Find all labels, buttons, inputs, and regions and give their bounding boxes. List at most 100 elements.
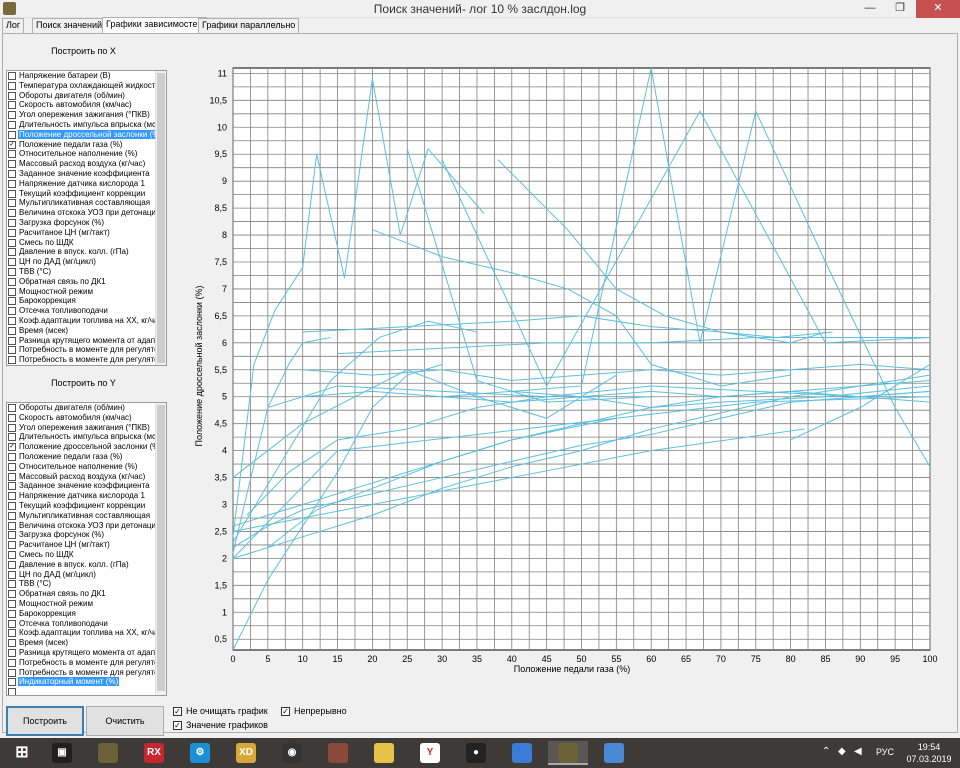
y-param-item-checkbox[interactable] [8, 511, 16, 520]
tray-chevron-icon[interactable]: ⌃ [822, 747, 834, 757]
x-param-item-checkbox[interactable] [8, 130, 16, 139]
y-param-list-item[interactable]: Мощностной режим [7, 599, 157, 609]
continuous-option[interactable]: ✓ Непрерывно [281, 706, 347, 717]
minimize-button[interactable]: — [856, 0, 884, 18]
y-param-list-item[interactable]: Отсечка топливоподачи [7, 619, 157, 629]
y-param-list-item[interactable]: Обратная связь по ДК1 [7, 589, 157, 599]
y-param-list-item[interactable]: Расчитаное ЦН (мг/такт) [7, 540, 157, 550]
x-param-list-item[interactable]: Скорость автомобиля (км/час) [7, 100, 157, 110]
y-param-item-checkbox[interactable] [8, 521, 16, 530]
x-param-list-item[interactable]: Разница крутящего момента от адаптации [7, 336, 157, 346]
x-param-item-checkbox[interactable] [8, 169, 16, 178]
x-param-item-checkbox[interactable] [8, 101, 16, 110]
x-param-item-checkbox[interactable] [8, 248, 16, 257]
x-param-list-item[interactable]: Потребность в моменте для регулятора [7, 345, 157, 355]
no-clear-option[interactable]: ✓ Не очищать график [173, 706, 268, 717]
tab-parallel-charts[interactable]: Графики параллельно [198, 18, 300, 33]
y-param-item-checkbox[interactable] [8, 413, 16, 422]
taskbar-item[interactable]: ▣ [42, 741, 82, 765]
x-param-item-checkbox[interactable] [8, 326, 16, 335]
y-param-list-item[interactable]: Напряжение датчика кислорода 1 [7, 491, 157, 501]
y-param-item-checkbox[interactable] [8, 433, 16, 442]
x-param-list-item[interactable]: Напряжение датчика кислорода 1 [7, 179, 157, 189]
x-param-item-checkbox[interactable] [8, 356, 16, 365]
tab-search-values[interactable]: Поиск значений [32, 18, 107, 33]
x-param-list-item[interactable]: Величина отскока УОЗ при детонации [7, 208, 157, 218]
y-param-list-item[interactable]: Скорость автомобиля (км/час) [7, 413, 157, 423]
y-param-item-checkbox[interactable] [8, 541, 16, 550]
y-param-item-checkbox[interactable] [8, 560, 16, 569]
taskbar-item[interactable]: ◉ [272, 741, 312, 765]
close-button[interactable]: ✕ [916, 0, 960, 18]
y-param-item-checkbox[interactable] [8, 688, 16, 695]
y-param-item-checkbox[interactable] [8, 492, 16, 501]
y-param-list-item[interactable]: Длительность импульса впрыска (мс) [7, 432, 157, 442]
x-param-list-item[interactable]: Массовый расход воздуха (кг/час) [7, 159, 157, 169]
y-param-list-item[interactable]: Текущий коэффициент коррекции [7, 501, 157, 511]
x-param-list-item[interactable]: Мультипликативная составляющая [7, 198, 157, 208]
taskbar-item[interactable]: ⚙ [180, 741, 220, 765]
y-param-list-item[interactable]: ТВВ (°С) [7, 579, 157, 589]
y-axis-parameter-list[interactable]: Обороты двигателя (об/мин) Скорость автом… [6, 402, 167, 696]
x-param-list-item[interactable]: Текущий коэффициент коррекции [7, 189, 157, 199]
taskbar-item[interactable] [88, 741, 128, 765]
y-param-list-item[interactable]: Потребность в моменте для регулятора [7, 658, 157, 668]
y-param-item-checkbox[interactable] [8, 639, 16, 648]
y-param-list-item[interactable]: Угол опережения зажигания (°ПКВ) [7, 423, 157, 433]
x-param-list-item[interactable]: Положение дроссельной заслонки (%) [7, 129, 157, 140]
y-param-item-checkbox[interactable] [8, 619, 16, 628]
y-param-item-checkbox[interactable] [8, 609, 16, 618]
x-param-item-checkbox[interactable] [8, 277, 16, 286]
y-param-item-checkbox[interactable] [8, 472, 16, 481]
language-indicator[interactable]: РУС [876, 747, 894, 757]
x-param-item-checkbox[interactable] [8, 160, 16, 169]
y-param-item-checkbox[interactable] [8, 629, 16, 638]
taskbar-item[interactable]: ● [456, 741, 496, 765]
y-param-list-item[interactable] [7, 687, 157, 695]
x-param-list-item[interactable]: Обороты двигателя (об/мин) [7, 91, 157, 101]
x-param-list-item[interactable]: Время (мсек) [7, 326, 157, 336]
y-param-list-item[interactable]: Мультипликативная составляющая [7, 511, 157, 521]
x-param-item-checkbox[interactable] [8, 336, 16, 345]
taskbar-item[interactable]: RX [134, 741, 174, 765]
values-checkbox[interactable]: ✓ [173, 721, 182, 731]
build-button[interactable]: Построить [6, 706, 84, 736]
x-param-list-item[interactable]: Мощностной режим [7, 287, 157, 297]
y-param-list-item[interactable]: Смесь по ШДК [7, 550, 157, 560]
y-param-item-checkbox[interactable] [8, 668, 16, 677]
taskbar-item[interactable] [318, 741, 358, 765]
y-param-list-item[interactable]: Коэф.адаптации топлива на ХХ, кг/час [7, 628, 157, 638]
y-param-list-item[interactable]: Давление в впуск. колл. (гПа) [7, 560, 157, 570]
x-param-item-checkbox[interactable] [8, 307, 16, 316]
y-param-list-item[interactable]: Потребность в моменте для регулятора [7, 668, 157, 678]
y-param-item-checkbox[interactable] [8, 678, 16, 687]
x-param-item-checkbox[interactable] [8, 120, 16, 129]
clock[interactable]: 19:54 07.03.2019 [904, 741, 954, 765]
x-param-list-item[interactable]: Барокоррекция [7, 296, 157, 306]
y-param-item-checkbox[interactable] [8, 550, 16, 559]
x-param-item-checkbox[interactable] [8, 150, 16, 159]
y-param-item-checkbox[interactable] [8, 580, 16, 589]
taskbar-item[interactable] [502, 741, 542, 765]
y-param-item-checkbox[interactable] [8, 531, 16, 540]
y-list-scroll-thumb[interactable] [157, 405, 165, 691]
y-param-item-checkbox[interactable] [8, 590, 16, 599]
x-param-item-checkbox[interactable] [8, 81, 16, 90]
clear-button[interactable]: Очистить [86, 706, 164, 736]
x-param-list-item[interactable]: Расчитаное ЦН (мг/такт) [7, 228, 157, 238]
y-param-list-item[interactable]: Загрузка форсунок (%) [7, 530, 157, 540]
x-param-list-item[interactable]: Смесь по ШДК [7, 238, 157, 248]
y-param-item-checkbox[interactable] [8, 452, 16, 461]
taskbar-item[interactable]: ⊞ [2, 741, 42, 765]
x-param-list-item[interactable]: Загрузка форсунок (%) [7, 218, 157, 228]
y-param-list-item[interactable]: ✓ Положение дроссельной заслонки (%) [7, 442, 157, 452]
y-param-list-item[interactable]: Относительное наполнение (%) [7, 462, 157, 472]
y-param-item-checkbox[interactable] [8, 570, 16, 579]
x-param-item-checkbox[interactable] [8, 346, 16, 355]
x-axis-parameter-list[interactable]: Напряжение батареи (В) Температура охлажд… [6, 70, 167, 366]
x-param-list-item[interactable]: Угол опережения зажигания (°ПКВ) [7, 110, 157, 120]
y-param-item-checkbox[interactable] [8, 648, 16, 657]
x-param-item-checkbox[interactable] [8, 267, 16, 276]
y-param-item-checkbox[interactable] [8, 501, 16, 510]
y-param-list-item[interactable]: Величина отскока УОЗ при детонации [7, 521, 157, 531]
